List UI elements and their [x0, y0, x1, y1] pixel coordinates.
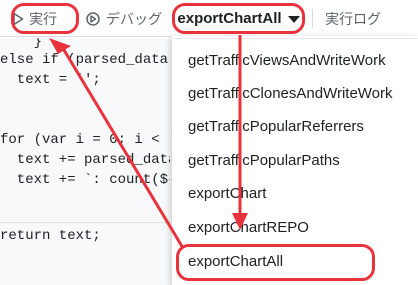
function-select-value: exportChartAll	[177, 10, 282, 27]
code-line: text += `: count(${parse	[16, 172, 170, 188]
debug-icon	[86, 11, 100, 26]
menu-item-getTrafficPopularPaths[interactable]: getTrafficPopularPaths	[172, 143, 418, 177]
menu-item-exportChartREPO[interactable]: exportChartREPO	[172, 210, 418, 244]
menu-item-getTrafficPopularReferrers[interactable]: getTrafficPopularReferrers	[172, 109, 418, 143]
execution-log-button[interactable]: 実行ログ	[325, 5, 381, 32]
code-line: text = '';	[0, 72, 101, 88]
menu-item-getTrafficClonesAndWriteWork[interactable]: getTrafficClonesAndWriteWork	[172, 76, 418, 110]
run-button[interactable]: 実行	[6, 5, 63, 32]
code-line: return text;	[0, 228, 101, 244]
code-line: for (var i = 0; i < length	[0, 132, 170, 148]
menu-item-exportChart[interactable]: exportChart	[172, 176, 418, 210]
caret-down-icon	[287, 16, 300, 23]
function-select[interactable]: exportChartAll	[172, 4, 305, 33]
menu-item-getTrafficViewsAndWriteWork[interactable]: getTrafficViewsAndWriteWork	[172, 43, 418, 77]
code-divider	[0, 222, 170, 223]
run-label: 実行	[29, 10, 57, 27]
toolbar-divider	[312, 9, 313, 28]
play-icon	[13, 12, 24, 25]
code-line: else if (parsed_data.length	[0, 52, 170, 68]
function-dropdown-menu: getTrafficViewsAndWriteWork getTrafficCl…	[172, 36, 418, 285]
menu-divider	[172, 38, 418, 39]
debug-button[interactable]: デバッグ	[85, 5, 162, 32]
toolbar: 実行 デバッグ exportChartAll 実行ログ	[0, 0, 418, 37]
debug-label: デバッグ	[106, 10, 162, 27]
execution-log-label: 実行ログ	[325, 10, 381, 27]
code-line: text += parsed_data[i].r	[16, 152, 170, 168]
menu-item-exportChartAll[interactable]: exportChartAll	[172, 244, 418, 278]
code-editor[interactable]: } else if (parsed_data.length text = '';…	[0, 38, 170, 285]
